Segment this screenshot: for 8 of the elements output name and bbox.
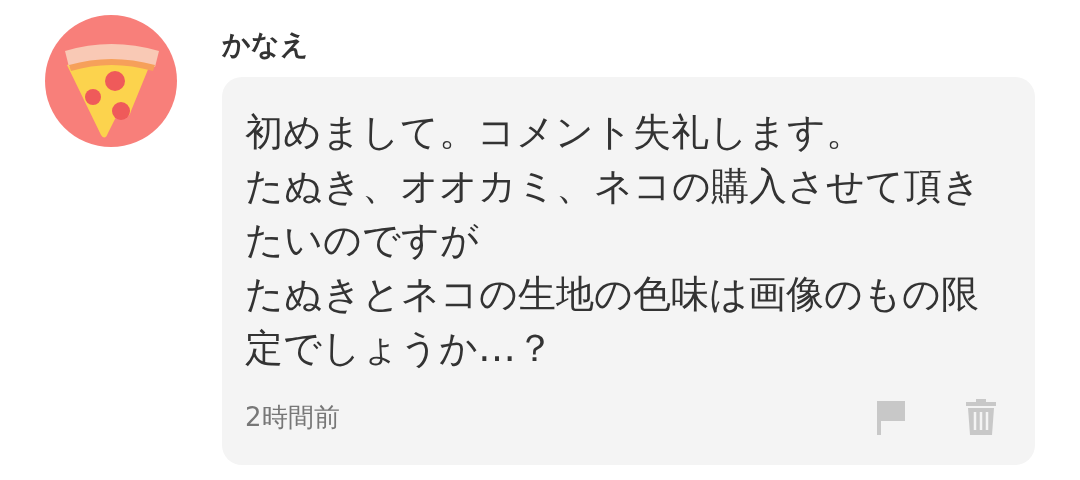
pizza-avatar-icon: [45, 15, 177, 147]
comment-text: 初めまして。コメント失礼します。: [245, 109, 865, 156]
timestamp: 2時間前: [245, 400, 340, 434]
flag-icon[interactable]: [875, 399, 907, 435]
comment-text: たぬき、オオカミ、ネコの購入させて頂きたいのですが: [245, 163, 982, 264]
trash-icon[interactable]: [965, 399, 997, 435]
comment-text: たぬきとネコの生地の色味は画像のもの限定でしょうか…？: [245, 271, 980, 372]
author-name: かなえ: [222, 27, 310, 63]
